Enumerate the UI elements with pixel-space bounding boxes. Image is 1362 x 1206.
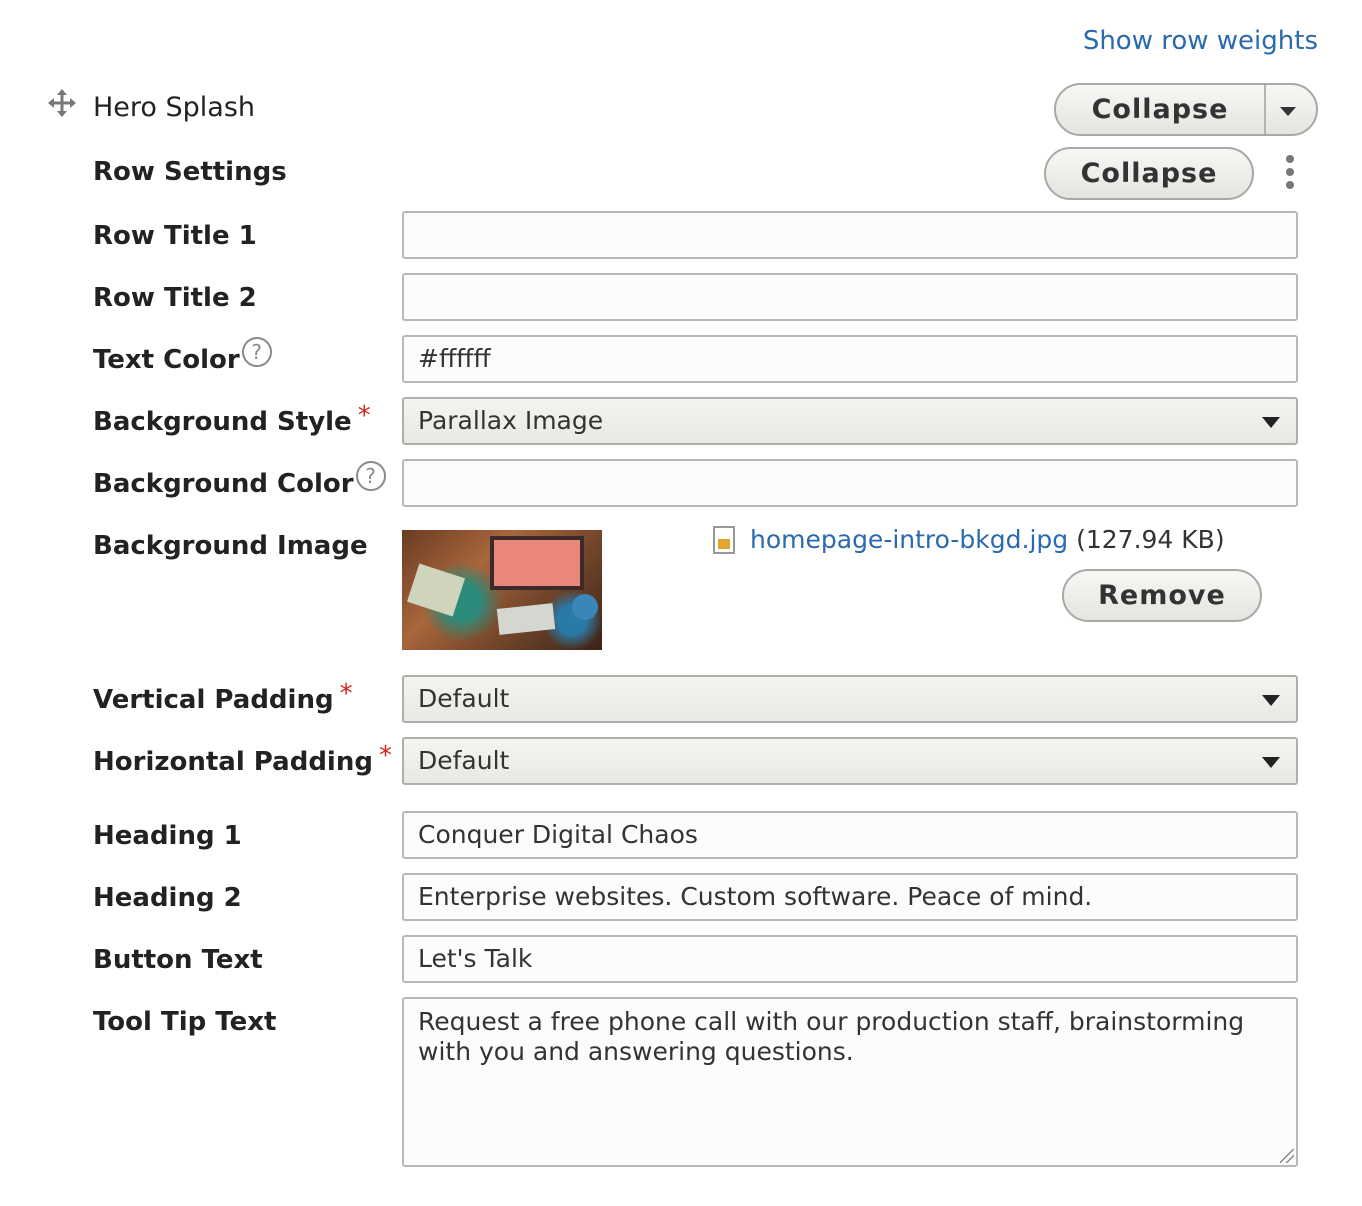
question-circle-icon[interactable]: ? [241, 337, 272, 367]
vertical-padding-label: Vertical Padding * [93, 679, 353, 715]
required-marker: * [339, 679, 353, 709]
heading-1-label: Heading 1 [93, 821, 242, 851]
caret-down-icon [1262, 417, 1280, 428]
horizontal-padding-label-text: Horizontal Padding [93, 747, 373, 777]
row-settings-label: Row Settings [93, 157, 287, 187]
row-settings-collapse-button[interactable]: Collapse [1044, 147, 1254, 200]
row-title: Hero Splash [93, 92, 256, 123]
remove-button[interactable]: Remove [1062, 569, 1262, 622]
background-style-value: Parallax Image [418, 406, 604, 435]
heading-2-label: Heading 2 [93, 883, 242, 913]
background-style-label-text: Background Style [93, 407, 352, 437]
question-circle-icon[interactable]: ? [355, 461, 386, 491]
button-text-label: Button Text [93, 945, 263, 975]
heading-2-input[interactable]: Enterprise websites. Custom software. Pe… [402, 873, 1298, 921]
show-row-weights-link[interactable]: Show row weights [1083, 26, 1318, 56]
background-style-select[interactable]: Parallax Image [402, 397, 1298, 445]
tool-tip-text-label: Tool Tip Text [93, 1007, 277, 1037]
row-title-2-label: Row Title 2 [93, 283, 257, 313]
file-size: (127.94 KB) [1076, 525, 1225, 554]
row-collapse-split-button[interactable]: Collapse [1054, 83, 1318, 136]
tool-tip-text-value: Request a free phone call with our produ… [418, 1007, 1245, 1066]
vertical-padding-select[interactable]: Default [402, 675, 1298, 723]
background-image-thumbnail [402, 530, 602, 650]
background-color-label: Background Color? [93, 461, 386, 499]
heading-1-input[interactable]: Conquer Digital Chaos [402, 811, 1298, 859]
split-divider [1264, 85, 1266, 134]
text-color-label-text: Text Color [93, 345, 240, 375]
vertical-padding-label-text: Vertical Padding [93, 685, 334, 715]
vertical-dots-icon[interactable] [1286, 155, 1294, 194]
caret-down-icon [1262, 757, 1280, 768]
background-color-label-text: Background Color [93, 469, 354, 499]
vertical-padding-value: Default [418, 684, 510, 713]
horizontal-padding-label: Horizontal Padding * [93, 741, 392, 777]
required-marker: * [357, 401, 371, 431]
text-color-label: Text Color? [93, 337, 272, 375]
file-info: homepage-intro-bkgd.jpg (127.94 KB) [750, 525, 1225, 554]
image-file-icon [713, 526, 735, 554]
background-image-label: Background Image [93, 531, 368, 561]
row-title-1-label: Row Title 1 [93, 221, 257, 251]
horizontal-padding-select[interactable]: Default [402, 737, 1298, 785]
button-text-input[interactable]: Let's Talk [402, 935, 1298, 983]
resize-grip-icon[interactable] [1280, 1149, 1294, 1163]
background-style-label: Background Style * [93, 401, 371, 437]
row-title-1-input[interactable] [402, 211, 1298, 259]
required-marker: * [378, 741, 392, 771]
row-collapse-button[interactable]: Collapse [1056, 85, 1264, 134]
row-title-2-input[interactable] [402, 273, 1298, 321]
horizontal-padding-value: Default [418, 746, 510, 775]
background-color-input[interactable] [402, 459, 1298, 507]
text-color-input[interactable]: #ffffff [402, 335, 1298, 383]
caret-down-icon [1262, 695, 1280, 706]
move-arrows-icon[interactable] [48, 89, 76, 117]
tool-tip-text-textarea[interactable]: Request a free phone call with our produ… [402, 997, 1298, 1167]
file-link[interactable]: homepage-intro-bkgd.jpg [750, 525, 1068, 554]
caret-down-icon[interactable] [1280, 107, 1296, 116]
